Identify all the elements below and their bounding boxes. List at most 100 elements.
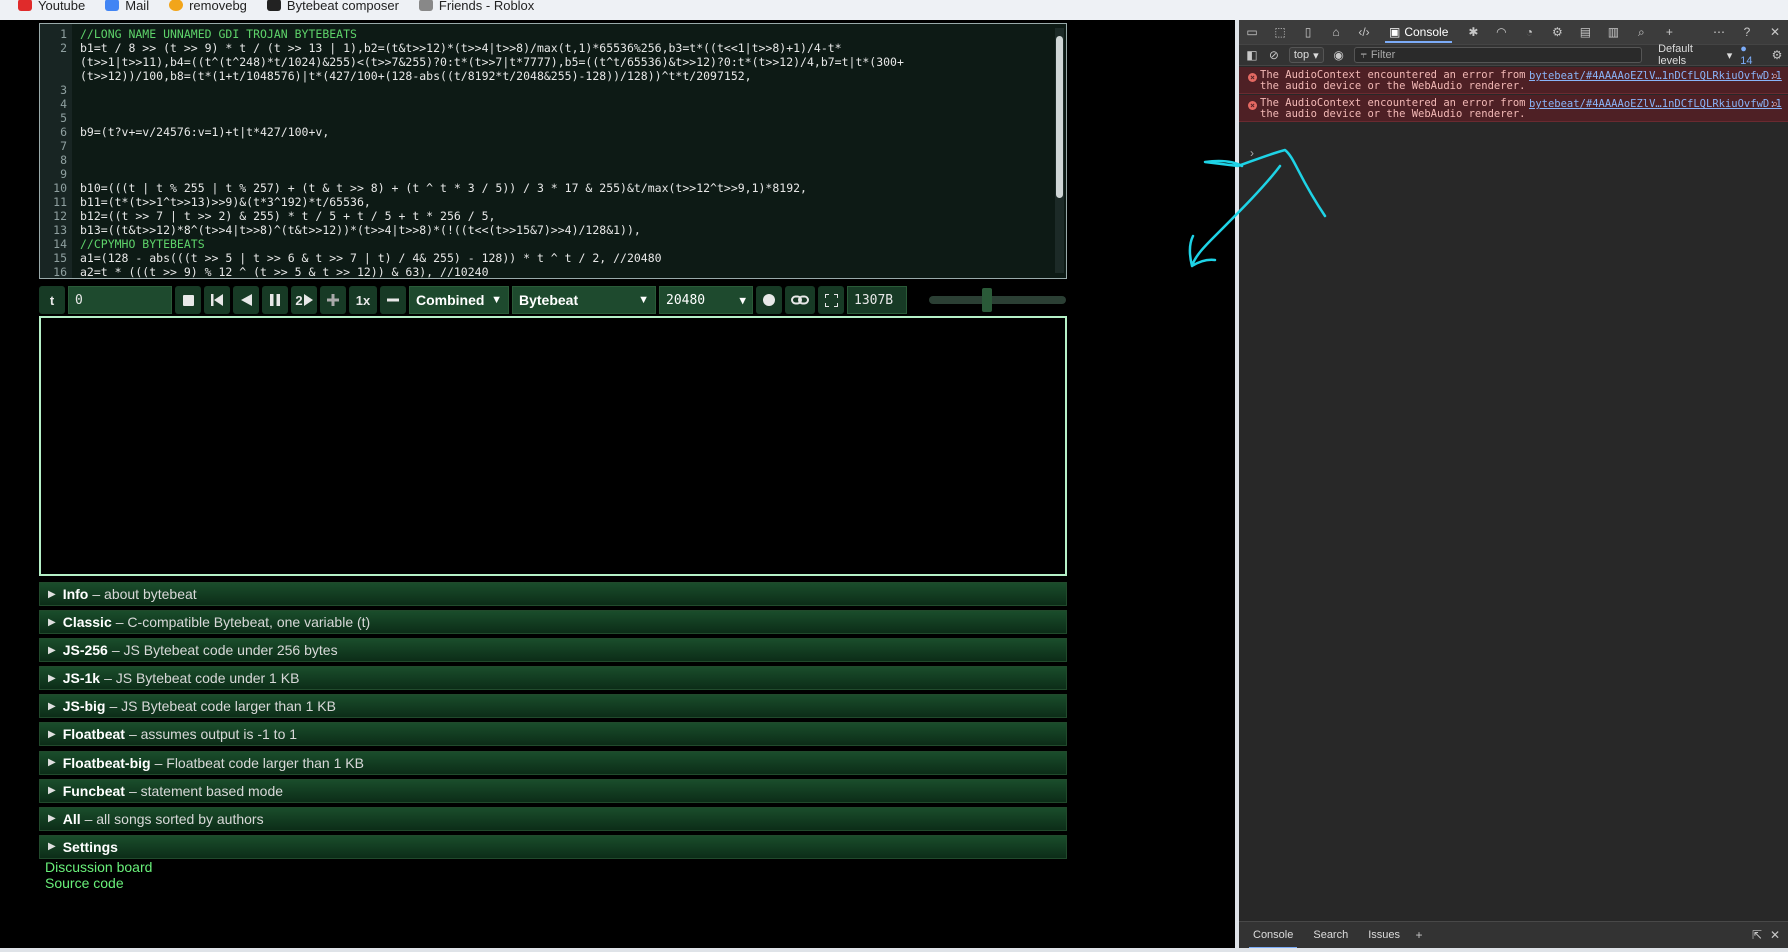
section-floatbeat-big[interactable]: ▶ Floatbeat-big – Floatbeat code larger th… xyxy=(39,750,1067,775)
code-comment-line[interactable]: //CPYMHO BYTEBEATS xyxy=(80,237,205,251)
section-info[interactable]: ▶ Info – about bytebeat xyxy=(39,582,1067,606)
expand-triangle-icon: ▶ xyxy=(48,700,56,712)
type-select[interactable]: Bytebeat ▼ xyxy=(512,286,656,314)
section-js-1k[interactable]: ▶ JS-1k – JS Bytebeat code under 1 KB xyxy=(39,666,1067,691)
add-tab-icon[interactable]: + xyxy=(1662,25,1676,39)
dock-drawer-icon[interactable]: ⇱ xyxy=(1750,928,1764,942)
code-line[interactable]: (t>>1|t>>11),b4=((t^(t^248)*t/1024)&255)… xyxy=(80,55,904,69)
error-icon: × xyxy=(1248,101,1257,110)
record-button[interactable] xyxy=(756,286,782,314)
source-code-link[interactable]: Source code xyxy=(45,875,152,891)
close-drawer-icon[interactable]: ✕ xyxy=(1768,928,1782,942)
waveform-canvas[interactable] xyxy=(39,316,1067,576)
stop-icon xyxy=(182,294,194,306)
gear-icon[interactable]: ⚙ xyxy=(1550,25,1564,39)
section-all[interactable]: ▶ All – all songs sorted by authors xyxy=(39,806,1067,831)
application-icon[interactable]: ▥ xyxy=(1606,25,1620,39)
clear-console-icon[interactable]: ⊘ xyxy=(1267,48,1281,62)
fullscreen-button[interactable] xyxy=(818,286,844,314)
bookmark-friends-roblox[interactable]: Friends - Roblox xyxy=(418,0,534,13)
eye-icon[interactable]: ◉ xyxy=(1332,48,1346,62)
expand-triangle-icon: ▶ xyxy=(48,672,56,684)
line-number: 12 xyxy=(53,209,67,223)
code-line[interactable]: b12=((t >> 7 | t >> 2) & 255) * t / 5 + … xyxy=(80,209,495,223)
section-classic[interactable]: ▶ Classic – C-compatible Bytebeat, one var… xyxy=(39,610,1067,635)
bookmark-mail[interactable]: Mail xyxy=(105,0,149,13)
drawer-tab-console[interactable]: Console xyxy=(1245,925,1301,948)
section-description: – assumes output is -1 to 1 xyxy=(128,726,298,743)
section-js-256[interactable]: ▶ JS-256– JS Bytebeat code under 256 byte… xyxy=(39,638,1067,663)
elements-icon[interactable]: ‹/› xyxy=(1357,25,1371,39)
footer-links: Discussion board Source code xyxy=(45,859,152,891)
play-backward-button[interactable] xyxy=(233,286,259,314)
add-tab-icon[interactable]: + xyxy=(1412,928,1426,942)
code-comment-line[interactable]: //LONG NAME UNNAMED GDI TROJAN BYTEBEATS xyxy=(80,27,357,41)
context-value: top xyxy=(1293,49,1310,61)
dock-icon[interactable]: ▯ xyxy=(1301,25,1315,39)
line-number: 3 xyxy=(60,83,67,97)
sidebar-toggle-icon[interactable]: ◧ xyxy=(1245,48,1259,62)
code-line[interactable]: a1=(128 - abs(((t >> 5 | t >> 6 & t >> 7… xyxy=(80,251,662,265)
close-icon[interactable]: ✕ xyxy=(1768,25,1782,39)
expand-triangle-icon: ▶ xyxy=(48,644,56,656)
error-source-link[interactable]: bytebeat/#4AAAAoEZlV…1nDCfLQLRkiuOvfwD:1 xyxy=(1529,70,1782,82)
bookmark-removebg[interactable]: removebg xyxy=(169,0,247,13)
playback-rate[interactable]: 1x xyxy=(349,286,377,314)
home-icon[interactable]: ⌂ xyxy=(1329,25,1343,39)
volume-slider-thumb[interactable] xyxy=(981,288,992,312)
section-js-big[interactable]: ▶ JS-big – JS Bytebeat code larger than 1 … xyxy=(39,694,1067,719)
tab-console[interactable]: ▣ Console xyxy=(1385,20,1453,44)
device-toolbar-icon[interactable]: ▭ xyxy=(1245,25,1259,39)
discussion-board-link[interactable]: Discussion board xyxy=(45,859,152,875)
code-editor[interactable]: 1 2 3 4 5 6 7 8 9 10 11 12 13 14 15 16 //LONG NAME UNNA… xyxy=(39,23,1067,279)
wifi-icon[interactable]: ◠ xyxy=(1494,25,1508,39)
code-line[interactable]: b1=t / 8 >> (t >> 9) * t / (t >> 13 | 1)… xyxy=(80,41,842,55)
performance-icon[interactable]: ◔ xyxy=(1522,25,1536,39)
settings-icon[interactable]: ⚙ xyxy=(1770,48,1784,62)
decrease-rate-button[interactable] xyxy=(380,286,406,314)
memory-icon[interactable]: ▤ xyxy=(1578,25,1592,39)
sample-rate-select[interactable]: 20480 ▼ xyxy=(659,286,753,314)
share-link-button[interactable] xyxy=(785,286,815,314)
code-line[interactable]: b13=((t&t>>12)*8^(t>>4|t>>8)^(t&t>>12))*… xyxy=(80,223,641,237)
help-icon[interactable]: ? xyxy=(1740,25,1754,39)
bookmark-bytebeat-composer[interactable]: Bytebeat composer xyxy=(266,0,399,13)
section-floatbeat[interactable]: ▶ Floatbeat – assumes output is -1 to 1 xyxy=(39,722,1067,747)
time-input[interactable]: 0 xyxy=(68,286,172,314)
search-icon[interactable]: ⌕ xyxy=(1771,98,1778,111)
filter-input[interactable]: ⫧ Filter xyxy=(1353,47,1643,63)
code-line[interactable]: a2=t * (((t >> 9) % 12 ^ (t >> 5 & t >> … xyxy=(80,265,489,278)
pause-button[interactable] xyxy=(262,286,288,314)
log-levels-select[interactable]: Default levels ▾ xyxy=(1658,43,1732,67)
context-select[interactable]: top ▾ xyxy=(1288,47,1324,63)
code-line[interactable]: b9=(t?v+=v/24576:v=1)+t|t*427/100+v, xyxy=(80,125,329,139)
line-number: 4 xyxy=(60,97,67,111)
section-settings[interactable]: ▶ Settings xyxy=(39,834,1067,859)
section-funcbeat[interactable]: ▶ Funcbeat – statement based mode xyxy=(39,778,1067,803)
code-line[interactable]: b10=(((t | t % 255 | t % 257) + (t & t >… xyxy=(80,181,807,195)
increase-rate-button[interactable] xyxy=(320,286,346,314)
drawer-tab-search[interactable]: Search xyxy=(1305,925,1356,945)
play-forward-2x-button[interactable]: 2 xyxy=(291,286,317,314)
search-icon[interactable]: ⌕ xyxy=(1634,25,1648,39)
code-line[interactable]: b11=(t*(t>>1^t>>13)>>9)&(t*3^192)*t/6553… xyxy=(80,195,371,209)
mode-select[interactable]: Combined ▼ xyxy=(409,286,509,314)
section-title: JS-big xyxy=(62,698,106,715)
more-icon[interactable]: ⋯ xyxy=(1712,25,1726,39)
bug-icon[interactable]: ✱ xyxy=(1466,25,1480,39)
issues-badge[interactable]: ● 14 xyxy=(1740,43,1762,67)
bookmark-youtube[interactable]: Youtube xyxy=(18,0,85,13)
inspect-icon[interactable]: ⬚ xyxy=(1273,25,1287,39)
restart-button[interactable] xyxy=(204,286,230,314)
editor-scrollbar-thumb[interactable] xyxy=(1056,36,1063,198)
error-source-link[interactable]: bytebeat/#4AAAAoEZlV…1nDCfLQLRkiuOvfwD:1 xyxy=(1529,98,1782,110)
expand-triangle-icon: ▶ xyxy=(48,757,56,769)
section-title: Settings xyxy=(62,838,118,855)
volume-slider[interactable] xyxy=(929,296,1066,304)
section-title: Info xyxy=(62,586,89,602)
drawer-tab-issues[interactable]: Issues xyxy=(1360,925,1408,945)
section-description: – JS Bytebeat code under 1 KB xyxy=(104,670,300,687)
search-icon[interactable]: ⌕ xyxy=(1771,70,1778,83)
code-line[interactable]: (t>>12))/100,b8=(t*(1+t/1048576)|t*(427/… xyxy=(80,69,752,83)
stop-button[interactable] xyxy=(175,286,201,314)
